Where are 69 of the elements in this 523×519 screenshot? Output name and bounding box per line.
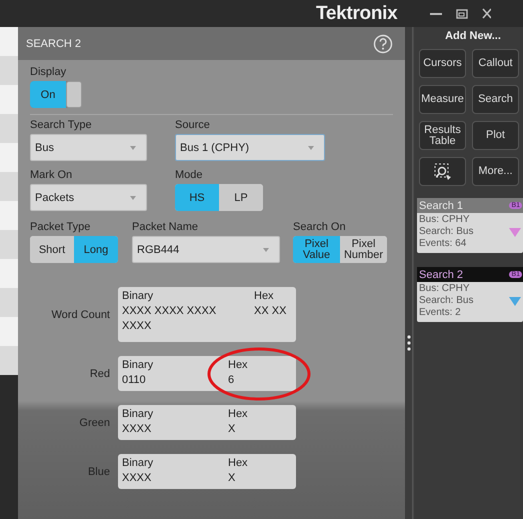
- add-button[interactable]: Callout: [472, 49, 519, 78]
- hex-value: X: [228, 471, 236, 486]
- field-label: Search On: [293, 221, 347, 233]
- binary-label: Binary: [122, 289, 154, 304]
- hex-value: XX XX: [254, 304, 286, 319]
- hex-value: 6: [228, 373, 236, 388]
- dialog-title: SEARCH 2: [26, 38, 82, 50]
- dropdown[interactable]: RGB444: [132, 236, 280, 263]
- search-info: Search: Bus: [419, 226, 474, 238]
- binary-value: 0110: [122, 373, 147, 388]
- add-button[interactable]: Results Table: [419, 121, 466, 150]
- hex-value: X: [228, 422, 236, 437]
- field-label: Source: [175, 119, 211, 131]
- field-label: Green: [78, 416, 110, 428]
- binary-value: XXXX: [122, 471, 152, 486]
- dropdown[interactable]: Bus 1 (CPHY): [175, 134, 325, 161]
- value-box[interactable]: Binary XXXX Hex X: [118, 454, 296, 489]
- more-options-icon[interactable]: [406, 335, 410, 351]
- field-label: Mode: [175, 169, 204, 181]
- binary-label: Binary: [122, 456, 154, 471]
- field-label: Mark On: [30, 169, 74, 181]
- binary-value: XXXX XXXX XXXX XXXX: [122, 304, 218, 334]
- packet-type-option[interactable]: Long: [74, 236, 118, 263]
- field-label: Red: [88, 368, 110, 380]
- caret-icon: [130, 146, 136, 150]
- caret-icon: [130, 196, 136, 200]
- zoom-button[interactable]: [419, 157, 466, 186]
- field-label: Word Count: [50, 308, 110, 320]
- dropdown[interactable]: Packets: [30, 184, 147, 211]
- mode-option[interactable]: HS: [175, 184, 219, 211]
- restore-icon[interactable]: [456, 8, 468, 19]
- value-box[interactable]: Binary XXXX XXXX XXXX XXXX Hex XX XX: [118, 287, 296, 342]
- hex-label: Hex: [228, 358, 248, 373]
- panel-title: Add New...: [444, 30, 502, 42]
- zoom-selection-icon: [434, 162, 452, 180]
- search-info: Search: Bus: [419, 295, 474, 307]
- search-on-option[interactable]: Pixel Value: [293, 236, 340, 263]
- search-info: Bus: CPHY: [419, 283, 471, 295]
- caret-icon: [308, 146, 314, 150]
- field-label: Blue: [86, 466, 110, 478]
- field-label: Packet Name: [132, 221, 200, 233]
- binary-label: Binary: [122, 358, 154, 373]
- field-label: Search Type: [30, 119, 93, 131]
- help-icon[interactable]: [373, 34, 393, 54]
- binary-value: XXXX: [122, 422, 152, 437]
- add-button[interactable]: More...: [472, 157, 519, 186]
- add-button[interactable]: Cursors: [419, 49, 466, 78]
- brand-logo: Tektronix: [316, 2, 398, 24]
- hex-label: Hex: [254, 289, 275, 304]
- field-label: Packet Type: [30, 221, 92, 233]
- field-label: Display: [30, 66, 68, 78]
- add-button[interactable]: Search: [472, 85, 519, 114]
- caret-icon: [263, 248, 269, 252]
- search-title: Search 1: [419, 200, 464, 212]
- minimize-icon[interactable]: [430, 12, 442, 16]
- display-toggle[interactable]: On: [30, 81, 82, 108]
- search-title: Search 2: [419, 268, 464, 280]
- dropdown[interactable]: Bus: [30, 134, 147, 161]
- value-box[interactable]: Binary XXXX Hex X: [118, 405, 296, 440]
- add-button[interactable]: Plot: [472, 121, 519, 150]
- hex-label: Hex: [228, 407, 248, 422]
- search-info: Bus: CPHY: [419, 214, 471, 226]
- close-icon[interactable]: [482, 8, 491, 19]
- hex-label: Hex: [228, 456, 248, 471]
- search-info: Events: 64: [419, 238, 468, 250]
- binary-label: Binary: [122, 407, 154, 422]
- add-button[interactable]: Measure: [419, 85, 466, 114]
- search-info: Events: 2: [419, 307, 462, 319]
- value-box[interactable]: Binary 0110 Hex 6: [118, 356, 296, 391]
